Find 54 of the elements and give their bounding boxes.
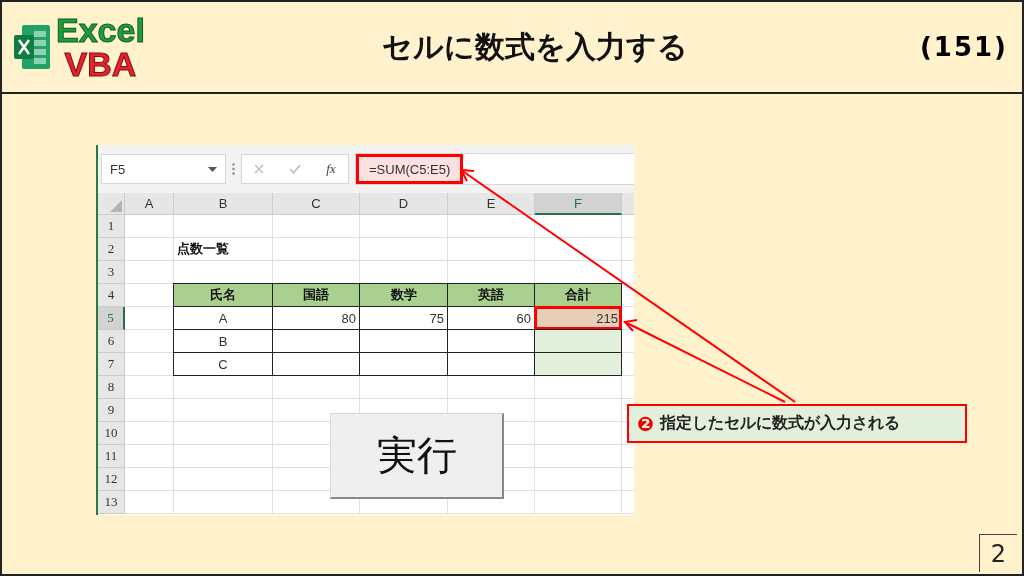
grid-cell <box>125 215 174 238</box>
cancel-icon[interactable] <box>254 164 265 174</box>
column-header[interactable]: D <box>360 193 448 215</box>
formula-field[interactable]: =SUM(C5:E5) <box>356 154 464 184</box>
dropdown-icon <box>208 166 217 172</box>
grid-cell <box>125 422 174 445</box>
callout-text: 指定したセルに数式が入力される <box>659 413 900 434</box>
table-header-cell: 数学 <box>359 283 448 307</box>
grid-cell <box>125 468 174 491</box>
table-header-cell: 国語 <box>272 283 360 307</box>
grid-cell <box>125 238 174 261</box>
grid-cell <box>125 261 174 284</box>
column-header[interactable]: A <box>125 193 174 215</box>
row-header[interactable]: 8 <box>98 376 125 399</box>
run-button[interactable]: 実行 <box>330 413 504 499</box>
row-header[interactable]: 6 <box>98 330 125 353</box>
sheet-title: 点数一覧 <box>174 238 273 261</box>
row-header[interactable]: 9 <box>98 399 125 422</box>
column-header[interactable] <box>622 193 634 215</box>
table-header-cell: 氏名 <box>173 283 273 307</box>
row-header[interactable]: 4 <box>98 284 125 307</box>
page-number: 2 <box>979 534 1017 572</box>
slide-title: セルに数式を入力する <box>381 27 689 66</box>
row-header[interactable]: 11 <box>98 445 125 468</box>
logo-text: VBA <box>64 47 137 81</box>
row-header[interactable]: 13 <box>98 491 125 514</box>
grid-cell <box>125 491 174 514</box>
spreadsheet-icon <box>12 23 52 71</box>
column-header[interactable]: F <box>535 193 622 215</box>
row-header[interactable]: 12 <box>98 468 125 491</box>
row-header[interactable]: 10 <box>98 422 125 445</box>
grid-cell <box>125 376 174 399</box>
grip-icon <box>232 163 235 175</box>
check-icon[interactable] <box>289 164 302 174</box>
row-header[interactable]: 3 <box>98 261 125 284</box>
row-header[interactable]: 7 <box>98 353 125 376</box>
insert-function-button[interactable]: fx <box>326 161 336 177</box>
column-header[interactable]: E <box>448 193 535 215</box>
table-header-cell: 合計 <box>534 283 622 307</box>
row-header[interactable]: 1 <box>98 215 125 238</box>
select-all-icon[interactable] <box>110 200 122 212</box>
grid-cell <box>125 399 174 422</box>
column-header[interactable]: C <box>273 193 360 215</box>
logo-text: Excel <box>56 13 145 47</box>
lesson-number: (151) <box>918 32 1008 62</box>
table-header-cell: 英語 <box>447 283 535 307</box>
row-header[interactable]: 2 <box>98 238 125 261</box>
column-header[interactable]: B <box>174 193 273 215</box>
table-cell: C <box>173 352 273 376</box>
step-marker: ❷ <box>637 411 654 436</box>
name-box[interactable]: F5 <box>101 154 226 184</box>
grid-cell <box>125 445 174 468</box>
row-header[interactable]: 5 <box>98 307 125 330</box>
table-cell: 215 <box>534 306 622 330</box>
